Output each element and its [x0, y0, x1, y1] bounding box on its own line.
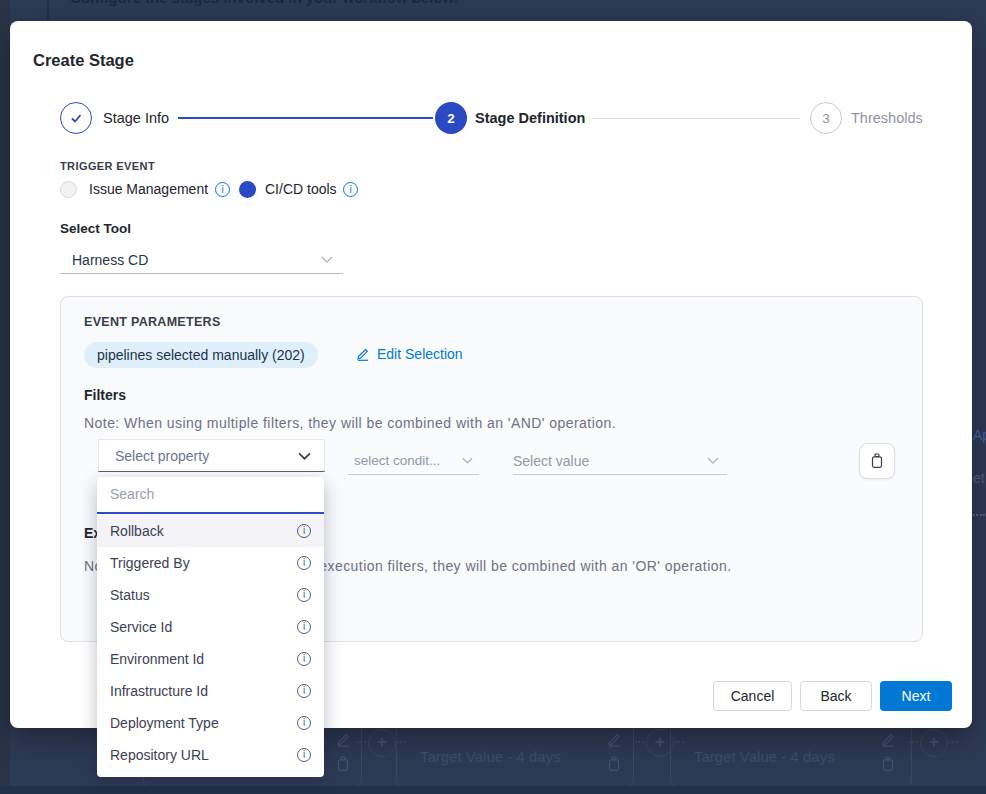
- back-button-label: Back: [820, 688, 851, 704]
- background-bottom-strip: [0, 786, 986, 794]
- info-icon[interactable]: [297, 652, 311, 666]
- dropdown-item-label: Infrastructure Id: [110, 683, 208, 699]
- dropdown-item-service-id[interactable]: Service Id: [97, 611, 324, 643]
- check-icon: [68, 110, 84, 126]
- trash-icon: [607, 756, 621, 776]
- modal-title: Create Stage: [33, 51, 134, 70]
- step-stage-info-label[interactable]: Stage Info: [103, 102, 169, 134]
- trash-icon: [881, 756, 895, 776]
- stepper-connector: [592, 118, 800, 119]
- background-divider: [47, 0, 49, 22]
- select-property-placeholder: Select property: [115, 448, 209, 464]
- cancel-button[interactable]: Cancel: [713, 681, 792, 711]
- dropdown-item-deployment-type[interactable]: Deployment Type: [97, 707, 324, 739]
- next-button-label: Next: [902, 688, 931, 704]
- step-stage-definition-label[interactable]: Stage Definition: [475, 102, 585, 134]
- background-heading: Configure the stages involved in your wo…: [70, 0, 458, 6]
- dropdown-item-label: Triggered By: [110, 555, 190, 571]
- dropdown-item-infrastructure-id[interactable]: Infrastructure Id: [97, 675, 324, 707]
- connector-dash: [949, 741, 958, 743]
- radio-issue-management-label[interactable]: Issue Management: [89, 181, 208, 198]
- info-icon[interactable]: [343, 182, 358, 197]
- background-fragment: [973, 514, 985, 516]
- info-icon[interactable]: [297, 620, 311, 634]
- info-icon[interactable]: [297, 588, 311, 602]
- select-value-dropdown[interactable]: Select value: [513, 447, 727, 475]
- chevron-down-icon: [707, 457, 719, 464]
- trigger-event-label: TRIGGER EVENT: [60, 160, 155, 172]
- dropdown-list: Rollback Triggered By Status Service Id Envi…: [97, 515, 324, 771]
- chevron-down-icon: [321, 256, 333, 263]
- dropdown-item-label: Service Id: [110, 619, 172, 635]
- dropdown-item-label: Environment Id: [110, 651, 204, 667]
- property-dropdown-menu: Search Rollback Triggered By Status Service…: [97, 477, 324, 777]
- dropdown-item-rollback[interactable]: Rollback: [97, 515, 324, 547]
- pipelines-chip: pipelines selected manually (202): [84, 342, 318, 368]
- select-condition-placeholder: select condit...: [354, 453, 440, 468]
- edit-selection-label: Edit Selection: [377, 346, 463, 362]
- info-icon[interactable]: [297, 748, 311, 762]
- page: Configure the stages involved in your wo…: [0, 0, 986, 794]
- step-stage-definition-circle[interactable]: 2: [435, 102, 467, 134]
- next-button[interactable]: Next: [880, 681, 952, 711]
- chevron-down-icon: [298, 452, 311, 460]
- info-icon[interactable]: [215, 182, 230, 197]
- step-thresholds-label[interactable]: Thresholds: [851, 102, 923, 134]
- edit-selection-link[interactable]: Edit Selection: [356, 346, 463, 362]
- connector-dash: [635, 741, 644, 743]
- dropdown-item-triggered-by[interactable]: Triggered By: [97, 547, 324, 579]
- dropdown-item-environment-id[interactable]: Environment Id: [97, 643, 324, 675]
- background-fragment: Ap: [973, 427, 986, 443]
- add-stage-button: [920, 729, 948, 757]
- edit-icon: [356, 347, 370, 361]
- select-condition-dropdown[interactable]: select condit...: [348, 447, 479, 475]
- info-icon[interactable]: [297, 716, 311, 730]
- dropdown-item-status[interactable]: Status: [97, 579, 324, 611]
- step-thresholds-circle[interactable]: 3: [810, 102, 842, 134]
- select-tool-value: Harness CD: [72, 252, 148, 268]
- search-input[interactable]: Search: [110, 477, 154, 512]
- select-tool-label: Select Tool: [60, 221, 131, 236]
- info-icon[interactable]: [297, 524, 311, 538]
- event-parameters-title: EVENT PARAMETERS: [84, 315, 221, 329]
- dropdown-item-label: Deployment Type: [110, 715, 219, 731]
- step-number: 2: [447, 111, 455, 126]
- trash-icon: [336, 756, 350, 776]
- cancel-button-label: Cancel: [731, 688, 775, 704]
- info-icon[interactable]: [297, 556, 311, 570]
- dropdown-item-label: Repository URL: [110, 747, 209, 763]
- background-card-label: Target Value - 4 days: [420, 748, 561, 765]
- radio-issue-management[interactable]: [60, 181, 77, 198]
- connector-dash: [357, 741, 366, 743]
- dropdown-item-label: Rollback: [110, 523, 164, 539]
- dropdown-item-repository-url[interactable]: Repository URL: [97, 739, 324, 771]
- edit-icon: [881, 732, 896, 751]
- filters-title: Filters: [84, 387, 126, 403]
- radio-cicd-tools[interactable]: [239, 181, 256, 198]
- background-card-label: Target Value - 4 days: [694, 748, 835, 765]
- select-tool-dropdown[interactable]: Harness CD: [60, 246, 343, 274]
- step-stage-info-circle[interactable]: [60, 102, 92, 134]
- step-number: 3: [822, 111, 830, 126]
- info-icon[interactable]: [297, 684, 311, 698]
- filters-note: Note: When using multiple filters, they …: [84, 415, 616, 431]
- create-stage-modal: Create Stage Stage Info 2 Stage Definiti…: [10, 21, 972, 728]
- select-property-dropdown[interactable]: Select property: [98, 439, 325, 472]
- search-underline: [97, 512, 324, 514]
- dropdown-item-label: Status: [110, 587, 150, 603]
- edit-icon: [607, 732, 622, 751]
- trash-icon: [870, 453, 884, 469]
- add-stage-button: [368, 729, 396, 757]
- chevron-down-icon: [462, 457, 473, 464]
- delete-filter-button[interactable]: [859, 443, 895, 479]
- stepper-connector: [178, 117, 433, 119]
- radio-cicd-tools-label[interactable]: CI/CD tools: [265, 181, 337, 198]
- back-button[interactable]: Back: [800, 681, 872, 711]
- edit-icon: [336, 732, 351, 751]
- background-fragment: et: [973, 470, 985, 486]
- select-value-placeholder: Select value: [513, 453, 589, 469]
- connector-dash: [909, 741, 918, 743]
- background-left-strip: [0, 0, 10, 794]
